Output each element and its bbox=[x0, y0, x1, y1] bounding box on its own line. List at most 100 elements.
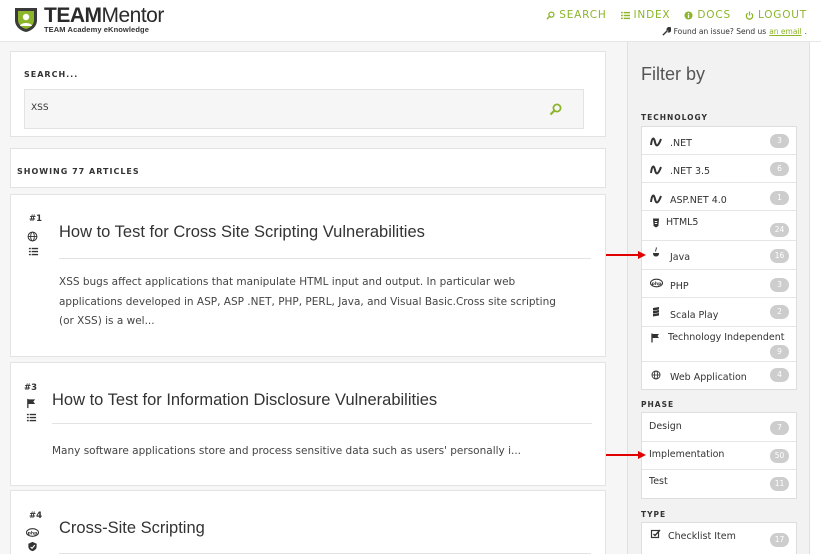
type-section-title: TYPE bbox=[641, 510, 667, 519]
results-count-panel: SHOWING 77 ARTICLES bbox=[10, 148, 606, 188]
wrench-icon bbox=[662, 27, 671, 36]
svg-text:php: php bbox=[652, 281, 662, 287]
article-title[interactable]: Cross-Site Scripting bbox=[59, 519, 205, 538]
filter-label: Implementation bbox=[649, 449, 725, 460]
search-input[interactable]: XSS bbox=[24, 89, 584, 129]
flag-icon bbox=[651, 333, 659, 343]
nav-logout-label: LOGOUT bbox=[757, 9, 807, 21]
filter-label: .NET bbox=[670, 138, 692, 149]
nav-docs-link[interactable]: DOCS bbox=[684, 9, 731, 21]
checkbox-icon bbox=[650, 529, 661, 539]
svg-text:php: php bbox=[28, 530, 38, 536]
filter-title: Filter by bbox=[641, 64, 706, 84]
filter-label: Checklist Item bbox=[668, 531, 736, 542]
count-badge: 2 bbox=[770, 305, 789, 319]
flag-icon bbox=[27, 398, 36, 409]
count-badge: 3 bbox=[770, 278, 789, 292]
power-icon bbox=[745, 10, 754, 20]
globe-icon bbox=[651, 370, 661, 380]
dotnet-icon bbox=[650, 194, 662, 204]
filter-label: Test bbox=[649, 476, 668, 487]
article-desc-line: Many software applications store and pro… bbox=[52, 445, 522, 457]
count-badge: 11 bbox=[770, 477, 789, 491]
filter-item-technology-independent[interactable]: Technology Independent 9 bbox=[642, 327, 796, 362]
filter-label: Technology Independent bbox=[668, 332, 785, 343]
filter-label: ASP.NET 4.0 bbox=[670, 195, 727, 206]
article-number: #4 bbox=[29, 511, 43, 521]
filter-item-test[interactable]: Test 11 bbox=[642, 470, 796, 498]
search-button-icon[interactable] bbox=[549, 102, 563, 116]
scala-icon bbox=[653, 307, 659, 317]
info-icon bbox=[684, 10, 693, 20]
filter-item-java[interactable]: Java 16 bbox=[642, 241, 796, 270]
article-number: #3 bbox=[24, 383, 38, 393]
article-title[interactable]: How to Test for Information Disclosure V… bbox=[52, 391, 437, 410]
article-card[interactable]: #1 How to Test for Cross Site Scripting … bbox=[10, 194, 606, 357]
phase-section-title: PHASE bbox=[641, 400, 675, 409]
count-badge: 50 bbox=[770, 449, 789, 463]
filter-item-design[interactable]: Design 7 bbox=[642, 413, 796, 442]
issue-notice: Found an issue? Send us an email. bbox=[662, 27, 807, 36]
filter-item-web-application[interactable]: Web Application 4 bbox=[642, 362, 796, 389]
count-badge: 1 bbox=[770, 191, 789, 205]
list-icon bbox=[28, 247, 39, 256]
main-content: SEARCH... XSS SHOWING 77 ARTICLES #1 How… bbox=[0, 42, 627, 554]
filter-item-html5[interactable]: HTML5 24 bbox=[642, 211, 796, 241]
teammentor-logo[interactable]: TEAMMentor TEAM Academy eKnowledge bbox=[13, 5, 164, 34]
filter-item-dotnet[interactable]: .NET 3 bbox=[642, 127, 796, 155]
filter-item-checklist-item[interactable]: Checklist Item 17 bbox=[642, 523, 796, 551]
article-desc-line: XSS bugs affect applications that manipu… bbox=[59, 276, 516, 288]
filter-item-implementation[interactable]: Implementation 50 bbox=[642, 442, 796, 470]
shield-icon bbox=[28, 541, 37, 552]
count-badge: 9 bbox=[770, 345, 789, 359]
nav-index-link[interactable]: INDEX bbox=[620, 9, 671, 21]
count-badge: 6 bbox=[770, 162, 789, 176]
nav-logout-link[interactable]: LOGOUT bbox=[745, 9, 807, 21]
article-desc-line: (or XSS) is a wel... bbox=[59, 315, 155, 327]
article-description: Many software applications store and pro… bbox=[52, 442, 592, 462]
top-nav: SEARCH INDEX DOCS LOGOUT bbox=[546, 9, 807, 21]
article-card[interactable]: #4 php Cross-Site Scripting bbox=[10, 490, 606, 554]
nav-index-label: INDEX bbox=[633, 9, 671, 21]
list-icon bbox=[620, 11, 630, 19]
article-divider bbox=[59, 258, 591, 259]
filter-label: Java bbox=[670, 252, 691, 263]
issue-text: Found an issue? Send us bbox=[673, 27, 767, 36]
count-badge: 17 bbox=[770, 533, 789, 547]
count-badge: 24 bbox=[770, 223, 789, 237]
type-filter-list: Checklist Item 17 bbox=[641, 522, 797, 554]
dotnet-icon bbox=[650, 165, 662, 175]
java-icon bbox=[653, 247, 659, 257]
nav-search-link[interactable]: SEARCH bbox=[546, 9, 606, 21]
php-icon: php bbox=[650, 278, 663, 288]
count-badge: 4 bbox=[770, 368, 789, 382]
article-card[interactable]: #3 How to Test for Information Disclosur… bbox=[10, 362, 606, 486]
filter-label: .NET 3.5 bbox=[670, 166, 711, 177]
article-desc-line: applications developed in ASP, ASP .NET,… bbox=[59, 295, 556, 308]
annotation-arrow-implementation bbox=[606, 451, 646, 459]
logo-badge-icon bbox=[13, 6, 39, 33]
top-header: TEAMMentor TEAM Academy eKnowledge SEARC… bbox=[0, 0, 821, 42]
count-badge: 3 bbox=[770, 134, 789, 148]
filter-item-aspnet-40[interactable]: ASP.NET 4.0 1 bbox=[642, 183, 796, 211]
annotation-arrow-java bbox=[606, 251, 646, 259]
filter-label: HTML5 bbox=[666, 217, 699, 228]
filter-item-scala-play[interactable]: Scala Play 2 bbox=[642, 298, 796, 327]
html5-icon bbox=[653, 218, 659, 228]
filter-item-php[interactable]: php PHP 3 bbox=[642, 270, 796, 298]
search-icon bbox=[546, 10, 555, 20]
filter-label: PHP bbox=[670, 281, 689, 292]
issue-email-link[interactable]: an email bbox=[769, 27, 801, 36]
dotnet-icon bbox=[650, 137, 662, 147]
search-query: XSS bbox=[31, 103, 49, 113]
issue-end: . bbox=[804, 27, 807, 36]
logo-title: TEAMMentor bbox=[44, 4, 164, 27]
article-number: #1 bbox=[29, 214, 43, 224]
filter-item-dotnet-35[interactable]: .NET 3.5 6 bbox=[642, 155, 796, 183]
article-title[interactable]: How to Test for Cross Site Scripting Vul… bbox=[59, 223, 425, 242]
search-label: SEARCH... bbox=[24, 70, 79, 79]
list-icon bbox=[26, 413, 37, 422]
article-description: XSS bugs affect applications that manipu… bbox=[59, 273, 599, 332]
filter-label: Web Application bbox=[670, 372, 747, 383]
technology-section-title: TECHNOLOGY bbox=[641, 113, 708, 122]
